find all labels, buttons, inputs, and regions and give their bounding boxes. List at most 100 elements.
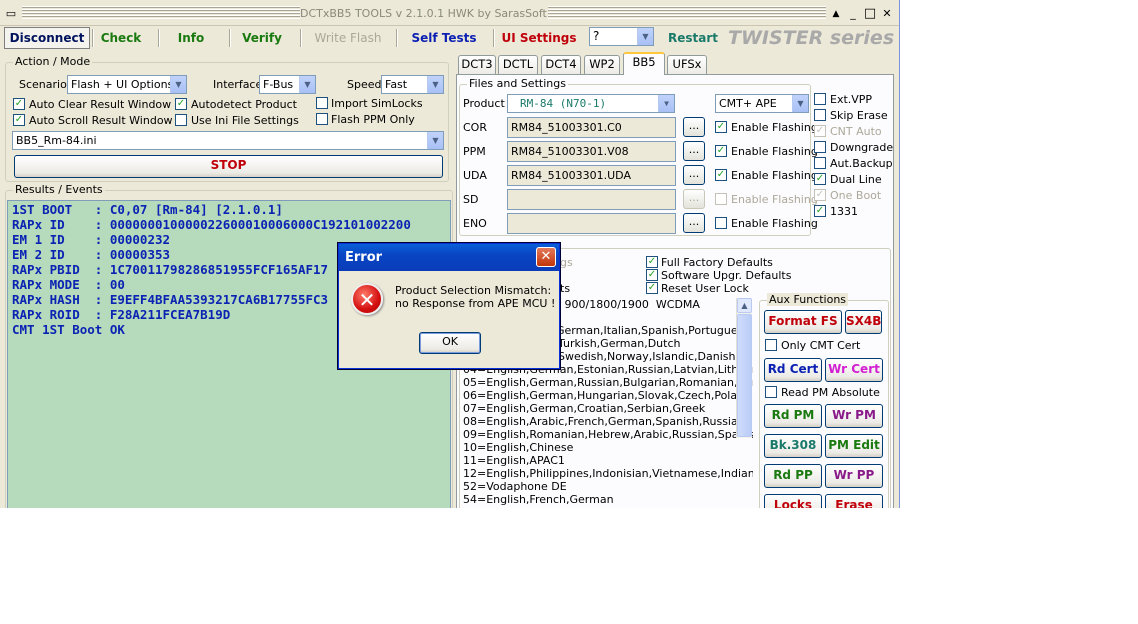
tab-bb5[interactable]: BB5 — [623, 52, 665, 75]
list-item[interactable]: 12=English,Philippines,Indonisian,Vietna… — [463, 467, 753, 480]
close-icon[interactable]: ✕ — [880, 7, 894, 21]
bk308-button[interactable]: Bk.308 — [764, 434, 822, 458]
restart-button[interactable]: Restart — [664, 27, 722, 49]
reset-user-lock-checkbox[interactable]: ✓ — [646, 282, 658, 294]
scenario-select[interactable]: Flash + UI Options ▼ — [67, 75, 187, 94]
cor-field[interactable]: RM84_51003301.C0 — [507, 117, 676, 138]
use-ini-label: Use Ini File Settings — [191, 114, 299, 127]
list-item[interactable]: 07=English,German,Croatian,Serbian,Greek — [463, 402, 753, 415]
auto-scroll-checkbox[interactable]: ✓ — [13, 114, 25, 126]
pm-edit-button[interactable]: PM Edit — [825, 434, 883, 458]
list-item[interactable]: 06=English,German,Hungarian,Slovak,Czech… — [463, 389, 753, 402]
system-menu-icon[interactable]: ▭ — [4, 7, 18, 21]
write-flash-button[interactable]: Write Flash — [308, 27, 388, 49]
cor-flash-label: Enable Flashing — [731, 121, 818, 134]
software-upgr-checkbox[interactable]: ✓ — [646, 269, 658, 281]
sd-browse-button[interactable]: ... — [683, 189, 705, 209]
window-title: DCTxBB5 TOOLS v 2.1.0.1 HWK by SarasSoft — [300, 7, 547, 20]
list-item[interactable]: 11=English,APAC1 — [463, 454, 753, 467]
info-button[interactable]: Info — [166, 27, 216, 49]
uda-field[interactable]: RM84_51003301.UDA — [507, 165, 676, 186]
cor-browse-button[interactable]: ... — [683, 117, 705, 137]
cor-flash-checkbox[interactable]: ✓ — [715, 121, 727, 133]
cor-label: COR — [463, 121, 487, 134]
rd-pm-button[interactable]: Rd PM — [764, 404, 822, 428]
option-1331-label: 1331 — [830, 205, 858, 218]
list-item[interactable]: 08=English,Arabic,French,German,Spanish,… — [463, 415, 753, 428]
rd-cert-button[interactable]: Rd Cert — [764, 358, 822, 382]
verify-button[interactable]: Verify — [236, 27, 288, 49]
log-line: RAPx ID : 000000010000022600010006000C19… — [12, 217, 411, 232]
use-ini-checkbox[interactable] — [175, 114, 187, 126]
dual-line-checkbox[interactable]: ✓ — [814, 173, 826, 185]
ppm-flash-checkbox[interactable]: ✓ — [715, 145, 727, 157]
stop-button[interactable]: STOP — [14, 155, 443, 178]
locks-button[interactable]: Locks — [764, 494, 822, 508]
minimize-icon[interactable]: _ — [846, 7, 860, 21]
title-bar[interactable]: ▭ DCTxBB5 TOOLS v 2.1.0.1 HWK by SarasSo… — [0, 0, 899, 26]
autodetect-checkbox[interactable]: ✓ — [175, 98, 187, 110]
flash-ppm-only-checkbox[interactable] — [316, 113, 328, 125]
tab-dct3[interactable]: DCT3 — [458, 55, 496, 74]
ext-vpp-label: Ext.VPP — [830, 93, 873, 106]
ext-vpp-checkbox[interactable] — [814, 93, 826, 105]
rollup-icon[interactable]: ▲ — [829, 7, 843, 21]
cmt-select[interactable]: CMT+ APE ▼ — [715, 94, 809, 113]
ppm-field[interactable]: RM84_51003301.V08 — [507, 141, 676, 162]
disconnect-button[interactable]: Disconnect — [4, 27, 90, 49]
speed-select[interactable]: Fast ▼ — [381, 75, 444, 94]
eno-flash-checkbox[interactable] — [715, 217, 727, 229]
interface-select[interactable]: F-Bus ▼ — [259, 75, 316, 94]
list-item[interactable]: 52=Vodaphone DE — [463, 480, 753, 493]
scroll-thumb[interactable] — [737, 314, 752, 437]
read-pm-absolute-checkbox[interactable] — [765, 386, 777, 398]
rd-pp-button[interactable]: Rd PP — [764, 464, 822, 488]
uda-flash-checkbox[interactable]: ✓ — [715, 169, 727, 181]
option-1331-checkbox[interactable]: ✓ — [814, 205, 826, 217]
erase-button[interactable]: Erase — [825, 494, 883, 508]
uda-browse-button[interactable]: ... — [683, 165, 705, 185]
aut-backup-checkbox[interactable] — [814, 157, 826, 169]
defaults-fragment: ts — [560, 282, 571, 295]
import-simlocks-checkbox[interactable] — [316, 97, 328, 109]
tab-dctl[interactable]: DCTL — [498, 55, 538, 74]
self-tests-button[interactable]: Self Tests — [406, 27, 482, 49]
language-scrollbar[interactable]: ▲ — [736, 298, 752, 438]
question-select[interactable]: ? ▼ — [589, 27, 654, 46]
ok-button[interactable]: OK — [419, 332, 481, 354]
wr-pp-button[interactable]: Wr PP — [825, 464, 883, 488]
downgrade-checkbox[interactable] — [814, 141, 826, 153]
eno-browse-button[interactable]: ... — [683, 213, 705, 233]
cnt-auto-checkbox[interactable]: ✓ — [814, 125, 826, 137]
list-item[interactable]: 10=English,Chinese — [463, 441, 753, 454]
wr-pm-button[interactable]: Wr PM — [825, 404, 883, 428]
product-select[interactable]: RM-84 (N70-1) ▼ — [507, 94, 675, 113]
list-item[interactable]: 05=English,German,Russian,Bulgarian,Roma… — [463, 376, 753, 389]
maximize-icon[interactable]: □ — [863, 7, 877, 21]
sd-flash-checkbox[interactable] — [715, 193, 727, 205]
list-item[interactable]: 54=English,French,German — [463, 493, 753, 506]
close-icon[interactable]: ✕ — [536, 247, 556, 267]
list-item[interactable]: 09=English,Romanian,Hebrew,Arabic,Russia… — [463, 428, 753, 441]
flash-ppm-only-label: Flash PPM Only — [331, 113, 415, 126]
scroll-up-icon[interactable]: ▲ — [737, 298, 752, 313]
format-fs-button[interactable]: Format FS — [764, 310, 842, 334]
wr-cert-button[interactable]: Wr Cert — [825, 358, 883, 382]
full-factory-checkbox[interactable]: ✓ — [646, 256, 658, 268]
ui-settings-button[interactable]: UI Settings — [500, 27, 578, 49]
sd-field[interactable] — [507, 189, 676, 210]
check-button[interactable]: Check — [95, 27, 147, 49]
only-cmt-cert-checkbox[interactable] — [765, 339, 777, 351]
product-label: Product — [463, 97, 505, 110]
tab-ufsx[interactable]: UFSx — [667, 55, 707, 74]
ini-file-select[interactable]: BB5_Rm-84.ini ▼ — [12, 131, 444, 150]
skip-erase-checkbox[interactable] — [814, 109, 826, 121]
ppm-browse-button[interactable]: ... — [683, 141, 705, 161]
sx4b-button[interactable]: SX4B — [845, 310, 882, 334]
one-boot-checkbox[interactable]: ✓ — [814, 189, 826, 201]
auto-clear-checkbox[interactable]: ✓ — [13, 98, 25, 110]
tab-wp2[interactable]: WP2 — [584, 55, 620, 74]
tab-dct4[interactable]: DCT4 — [541, 55, 581, 74]
dialog-title-bar[interactable]: Error — [339, 244, 559, 271]
eno-field[interactable] — [507, 213, 676, 234]
